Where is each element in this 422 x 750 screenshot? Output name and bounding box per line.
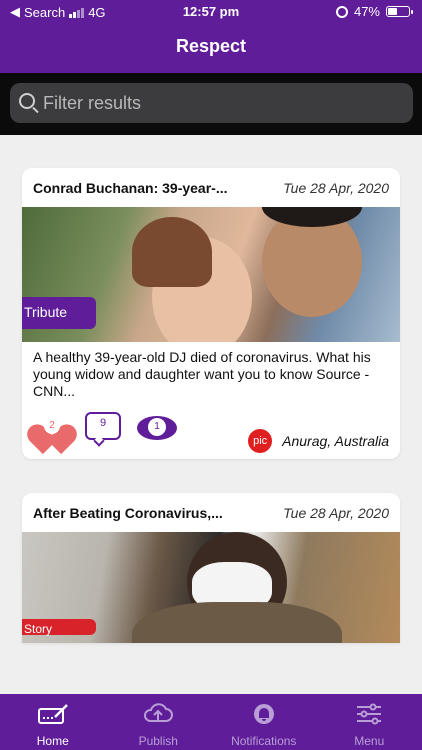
status-bar: ◀ Search 4G 12:57 pm 47%: [0, 0, 422, 24]
search-bar: [0, 73, 422, 135]
home-icon: [37, 704, 68, 724]
tab-label: Notifications: [231, 734, 297, 748]
story-title: After Beating Coronavirus,...: [33, 505, 223, 521]
bell-icon: [253, 704, 274, 724]
search-icon: [19, 93, 35, 109]
tab-publish[interactable]: Publish: [106, 694, 212, 750]
story-title: Conrad Buchanan: 39-year-...: [33, 180, 228, 196]
alarm-icon: [335, 5, 348, 18]
search-input[interactable]: [43, 89, 403, 117]
story-date: Tue 28 Apr, 2020: [283, 505, 389, 521]
like-count: 2: [44, 418, 60, 434]
tab-notifications[interactable]: Notifications: [211, 694, 317, 750]
story-card[interactable]: Conrad Buchanan: 39-year-... Tue 28 Apr,…: [22, 168, 400, 459]
cloud-upload-icon: [144, 703, 174, 722]
avatar[interactable]: pic: [248, 429, 273, 453]
view-count: 1: [148, 418, 166, 436]
comment-count: 9: [99, 417, 107, 429]
sliders-icon: [357, 703, 382, 725]
category-tag[interactable]: Story: [22, 619, 96, 636]
bottom-tab-bar: Home Publish Notifications Menu: [0, 694, 422, 750]
tab-home[interactable]: Home: [0, 694, 106, 750]
tab-label: Publish: [138, 734, 178, 748]
app-header: ◀ Search 4G 12:57 pm 47% Respect: [0, 0, 422, 73]
category-tag[interactable]: Tribute: [22, 297, 96, 329]
battery-label: 47%: [353, 4, 380, 19]
page-title: Respect: [175, 36, 247, 56]
comment-button[interactable]: 9: [85, 412, 121, 447]
author-info[interactable]: pic Anurag, Australia: [248, 429, 389, 453]
tab-label: Menu: [354, 734, 385, 748]
story-description: A healthy 39-year-old DJ died of coronav…: [33, 349, 371, 399]
tab-menu[interactable]: Menu: [317, 694, 422, 750]
author-name: Anurag, Australia: [282, 433, 389, 449]
story-card[interactable]: After Beating Coronavirus,... Tue 28 Apr…: [22, 493, 400, 643]
views-button[interactable]: 1: [137, 412, 177, 444]
search-box[interactable]: [10, 83, 413, 123]
tab-label: Home: [36, 734, 69, 748]
story-date: Tue 28 Apr, 2020: [283, 180, 389, 196]
battery-icon: [386, 6, 413, 17]
like-button[interactable]: 2: [23, 412, 81, 455]
